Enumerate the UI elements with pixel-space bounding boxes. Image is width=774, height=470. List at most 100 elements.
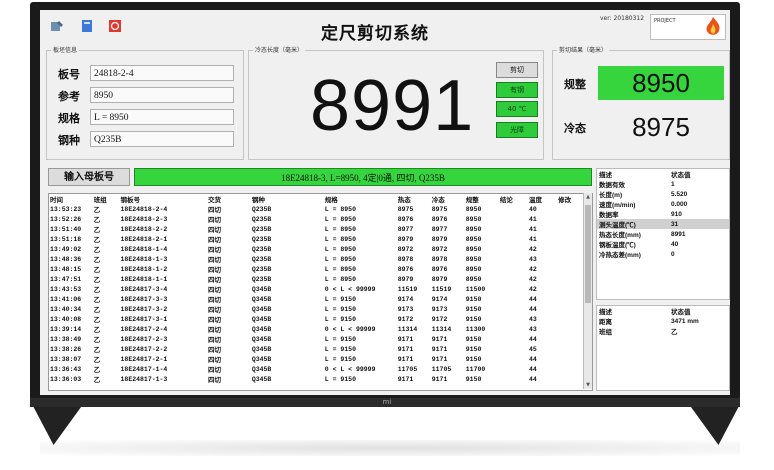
table-cell: 13:38:49 (50, 335, 82, 343)
table-row[interactable]: 13:48:15 乙 18E24818-1-2 四切 Q235B L = 8950 8976… (49, 264, 584, 275)
table-cell: 13:38:07 (50, 355, 82, 363)
table-cell: 8972 (431, 245, 448, 253)
settings-icon[interactable] (50, 18, 64, 32)
table-row[interactable]: 13:51:18 乙 18E24818-2-1 四切 Q235B L = 8950 8979… (49, 234, 584, 245)
table-cell: 43 (528, 325, 537, 333)
column-header[interactable]: 热态 (397, 194, 431, 204)
cut-log-table[interactable]: 时间 班组 钢板号 交货 钢种 规格 热态 冷态 规整 结论 温度 修改 13:53:23 乙 18E24… (48, 193, 593, 391)
table-cell: 四切 (208, 247, 222, 254)
table-cell: 18E24817-1-4 (120, 365, 168, 373)
table-cell: 乙 (93, 287, 101, 294)
status-cell: 31 (669, 219, 729, 229)
table-cell: L = 8950 (324, 235, 356, 243)
table-cell: 13:43:53 (50, 285, 82, 293)
table-row[interactable]: 13:36:43 乙 18E24817-1-4 四切 Q345B 0 < L < 9999… (49, 364, 584, 375)
plate-no-field[interactable]: 24818-2-4 (90, 65, 234, 81)
column-header[interactable]: 结论 (499, 194, 528, 204)
table-cell: 43 (528, 255, 537, 263)
table-cell (557, 304, 584, 314)
input-mother-plate-button[interactable]: 输入母板号 (48, 168, 130, 186)
status-column-header: 描述 (599, 309, 612, 316)
scroll-down-icon[interactable]: ▼ (584, 381, 592, 389)
table-row[interactable]: 13:40:08 乙 18E24817-3-1 四切 Q345B L = 9150 9172… (49, 314, 584, 325)
table-row[interactable]: 13:51:40 乙 18E24818-2-2 四切 Q235B L = 8950 8977… (49, 224, 584, 235)
table-cell: 8976 (397, 265, 414, 273)
column-header[interactable]: 班组 (93, 194, 120, 204)
book-icon[interactable] (80, 18, 94, 32)
table-row[interactable]: 13:52:26 乙 18E24818-2-3 四切 Q235B L = 8950 8976… (49, 214, 584, 225)
table-cell: 44 (528, 305, 537, 313)
table-row[interactable]: 13:41:06 乙 18E24817-3-3 四切 Q345B L = 9150 9174… (49, 294, 584, 305)
setting-label: 规整 (564, 78, 586, 91)
table-cell: 9150 (465, 345, 482, 353)
table-row[interactable]: 13:47:51 乙 18E24818-1-1 四切 Q235B L = 8950 8979… (49, 274, 584, 285)
table-cell (557, 214, 584, 224)
column-header[interactable]: 交货 (207, 194, 251, 204)
table-cell (499, 304, 528, 314)
table-cell: 0 < L < 99999 (324, 365, 376, 373)
table-cell: 41 (528, 225, 537, 233)
table-cell (499, 314, 528, 324)
column-header[interactable]: 冷态 (431, 194, 465, 204)
scroll-up-icon[interactable]: ▲ (584, 193, 592, 201)
column-header[interactable]: 规整 (465, 194, 499, 204)
table-cell: 18E24817-2-3 (120, 335, 168, 343)
table-row[interactable]: 13:39:14 乙 18E24817-2-4 四切 Q345B 0 < L < 9999… (49, 324, 584, 335)
table-row[interactable]: 13:53:23 乙 18E24818-2-4 四切 Q235B L = 8950 8975… (49, 204, 584, 215)
table-cell: 8978 (431, 255, 448, 263)
table-row[interactable]: 13:43:53 乙 18E24817-3-4 四切 Q345B 0 < L < 9999… (49, 284, 584, 295)
column-header[interactable]: 规格 (324, 194, 397, 204)
table-cell: 18E24817-2-1 (120, 355, 168, 363)
column-header[interactable]: 钢种 (251, 194, 324, 204)
log-scrollbar[interactable]: ▲ ▼ (583, 193, 592, 389)
table-cell (557, 204, 584, 214)
table-cell: 8976 (397, 215, 414, 223)
table-cell (557, 374, 584, 384)
table-row[interactable]: 13:40:34 乙 18E24817-3-2 四切 Q345B L = 9150 9173… (49, 304, 584, 315)
table-cell: 乙 (93, 377, 101, 384)
exit-icon[interactable] (108, 18, 122, 32)
table-cell: 13:49:02 (50, 245, 82, 253)
table-cell: 四切 (208, 217, 222, 224)
table-cell: 四切 (208, 377, 222, 384)
status-column-header: 状态值 (671, 172, 691, 179)
column-header[interactable]: 温度 (528, 194, 557, 204)
column-header[interactable]: 钢板号 (120, 194, 208, 204)
table-cell: 18E24817-2-2 (120, 345, 168, 353)
table-row[interactable]: 13:36:03 乙 18E24817-1-3 四切 Q345B L = 9150 9171… (49, 374, 584, 385)
steel-grade-field[interactable]: Q235B (90, 131, 234, 147)
table-row[interactable]: 13:38:26 乙 18E24817-2-2 四切 Q345B L = 9150 9171… (49, 344, 584, 355)
status-row: 数据有效 1 (597, 179, 729, 190)
cold-value: 8975 (632, 112, 690, 142)
table-cell: 44 (528, 295, 537, 303)
table-row[interactable]: 13:49:02 乙 18E24818-1-4 四切 Q235B L = 8950 8972… (49, 244, 584, 255)
table-cell: 乙 (93, 207, 101, 214)
spec-field[interactable]: L = 8950 (90, 109, 234, 125)
current-plate-info: 18E24818-3, L=8950, 4定|0通, 四切, Q235B (134, 168, 592, 186)
scroll-thumb[interactable] (585, 205, 591, 303)
column-header[interactable]: 时间 (49, 194, 93, 204)
table-cell: 8979 (397, 235, 414, 243)
table-cell: Q345B (251, 375, 272, 383)
cut-button[interactable]: 剪切 (496, 62, 538, 78)
table-row[interactable]: 13:38:07 乙 18E24817-2-1 四切 Q345B L = 9150 9171… (49, 354, 584, 365)
table-cell: L = 8950 (324, 215, 356, 223)
table-cell: 11519 (397, 285, 418, 293)
status-row: 冷热态差(mm) 0 (597, 249, 729, 260)
table-cell: 11700 (465, 365, 486, 373)
table-cell: 0 < L < 99999 (324, 285, 376, 293)
column-header[interactable]: 修改 (557, 194, 584, 204)
table-row[interactable]: 13:38:49 乙 18E24817-2-3 四切 Q345B L = 9150 9171… (49, 334, 584, 345)
table-cell (499, 294, 528, 304)
table-cell: 四切 (208, 287, 222, 294)
table-cell: 四切 (208, 267, 222, 274)
table-cell: 13:36:43 (50, 365, 82, 373)
table-cell (499, 324, 528, 334)
reference-field[interactable]: 8950 (90, 87, 234, 103)
table-cell: 45 (528, 345, 537, 353)
status-cell: 钢板温度(℃) (599, 242, 636, 249)
table-cell: 四切 (208, 277, 222, 284)
table-cell: 9150 (465, 375, 482, 383)
table-cell: 44 (528, 355, 537, 363)
table-row[interactable]: 13:48:36 乙 18E24818-1-3 四切 Q235B L = 8950 8978… (49, 254, 584, 265)
